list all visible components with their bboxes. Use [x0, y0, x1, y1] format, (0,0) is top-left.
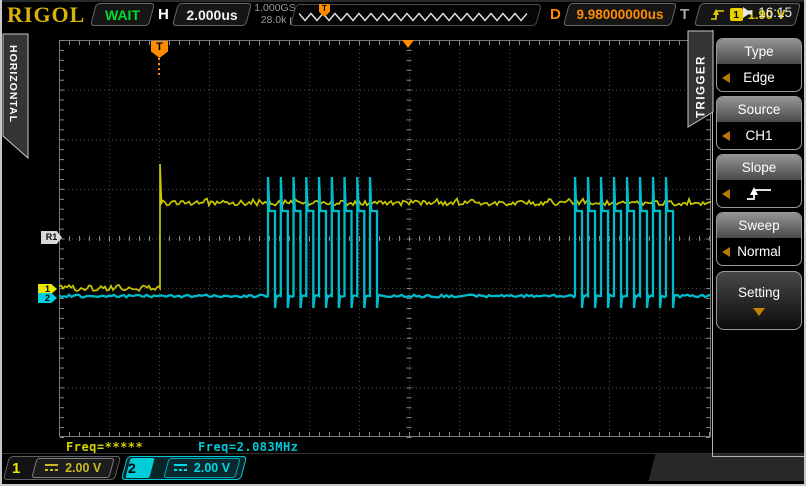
waveform-display	[59, 40, 712, 438]
menu-type-label: Type	[717, 39, 801, 64]
trigger-position-line	[158, 58, 160, 75]
memory-waveform-icon	[299, 12, 528, 22]
ch2-freq-readout: Freq=2.083MHz	[198, 440, 299, 454]
menu-button-source[interactable]: Source CH1	[716, 96, 802, 150]
menu-sweep-value: Normal	[737, 244, 781, 259]
trigger-source-badge: 1	[729, 8, 743, 21]
horizontal-reference-marker	[402, 40, 414, 48]
horizontal-tab-label: HORIZONTAL	[7, 45, 19, 123]
clock-block	[648, 454, 806, 481]
ch2-position-marker[interactable]: 2	[38, 293, 57, 303]
menu-setting-label: Setting	[737, 285, 781, 300]
menu-slope-label: Slope	[717, 155, 801, 180]
down-arrow-icon	[753, 308, 765, 316]
ch1-position-marker[interactable]: 1	[38, 284, 57, 294]
oscilloscope-screen: RIGOL WAIT H 2.000us 1.000GSa/s 28.0k pt…	[0, 0, 806, 486]
left-arrow-icon	[722, 72, 730, 83]
menu-sweep-label: Sweep	[717, 213, 801, 238]
ch1-scale-value: 2.00 V	[65, 461, 102, 475]
left-arrow-icon	[722, 188, 730, 199]
trigger-tab: TRIGGER	[687, 30, 714, 128]
menu-button-type[interactable]: Type Edge	[716, 38, 802, 92]
acquisition-status: WAIT	[105, 6, 140, 23]
delay-label: D	[550, 6, 561, 23]
ch1-status-block[interactable]: 1 2.00 V	[2, 456, 122, 480]
screen-border-left	[0, 0, 2, 486]
ch2-scale-value: 2.00 V	[193, 461, 231, 475]
ch1-freq-readout: Freq=*****	[66, 440, 144, 454]
menu-button-setting[interactable]: Setting	[716, 271, 802, 330]
delay-value: 9.98000000us	[576, 7, 664, 22]
rising-edge-icon	[710, 9, 724, 20]
slope-rising-icon	[747, 186, 771, 200]
delay-block[interactable]: 9.98000000us	[562, 3, 678, 26]
clock-value: 16:15	[758, 5, 792, 20]
horizontal-tab: HORIZONTAL	[2, 33, 29, 160]
speaker-icon	[743, 7, 753, 18]
timebase-block[interactable]: 2.000us	[171, 3, 253, 26]
trigger-label: T	[680, 6, 690, 23]
brand-logo: RIGOL	[7, 2, 86, 27]
ch2-status-block[interactable]: 2 2.00 V	[120, 456, 248, 480]
dc-coupling-icon	[45, 464, 59, 472]
timebase-value: 2.000us	[186, 6, 238, 23]
clock-block-bg	[648, 454, 806, 481]
ch2-badge: 2	[125, 458, 155, 478]
menu-type-value: Edge	[743, 70, 775, 85]
left-arrow-icon	[722, 246, 730, 257]
trigger-tab-label: TRIGGER	[696, 55, 708, 118]
memory-position-bar[interactable]: T	[290, 4, 542, 26]
menu-source-value: CH1	[745, 128, 773, 143]
left-arrow-icon	[722, 130, 730, 141]
ch1-badge: 1	[12, 459, 21, 477]
menu-source-label: Source	[717, 97, 801, 122]
dc-coupling-icon	[173, 464, 187, 472]
menu-button-sweep[interactable]: Sweep Normal	[716, 212, 802, 266]
acquisition-status-block: WAIT	[89, 3, 156, 26]
screen-border-top	[0, 0, 806, 2]
menu-button-slope[interactable]: Slope	[716, 154, 802, 208]
horizontal-label: H	[158, 6, 169, 23]
